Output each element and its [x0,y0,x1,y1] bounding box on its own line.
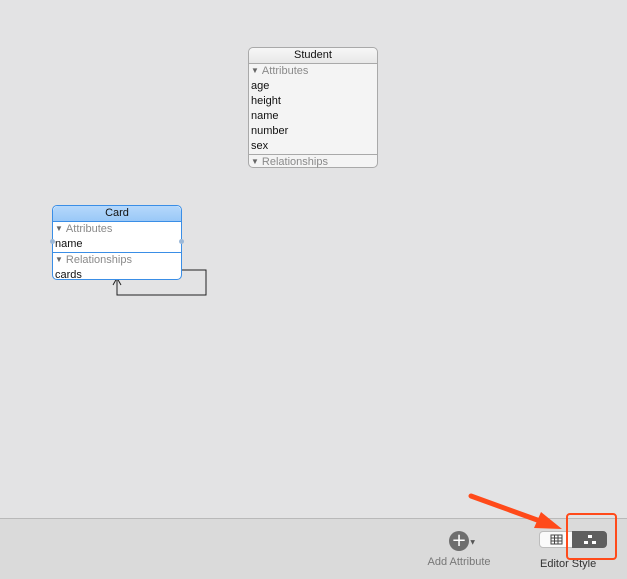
disclosure-triangle-icon[interactable]: ▼ [251,66,259,75]
add-attribute-label: Add Attribute [427,556,491,568]
attribute-row[interactable]: name [53,237,181,252]
relationship-row[interactable]: cards [53,268,181,283]
entity-card[interactable]: Card ▼ Attributes name ▼ Relationships car… [50,205,184,283]
dropdown-caret-icon: ▼ [470,539,475,546]
attribute-row[interactable]: sex [249,139,377,154]
disclosure-triangle-icon[interactable]: ▼ [55,224,63,233]
annotation-highlight-box [566,513,617,560]
attribute-row[interactable]: height [249,94,377,109]
attribute-row[interactable]: name [249,109,377,124]
bottom-toolbar: + ▼ Add Attribute Editor Style [0,518,627,579]
entity-title[interactable]: Student [249,48,377,64]
plus-circle-icon[interactable]: + ▼ [449,531,475,551]
entity-student[interactable]: Student ▼ Attributes age height name numb… [248,47,378,168]
attributes-section-header[interactable]: ▼ Attributes [249,64,377,79]
attribute-row[interactable]: number [249,124,377,139]
disclosure-triangle-icon[interactable]: ▼ [251,157,259,166]
entity-title[interactable]: Card [53,206,181,222]
attributes-section-header[interactable]: ▼ Attributes [53,222,181,237]
relationships-section-header[interactable]: ▼ Relationships [249,154,377,170]
add-attribute-button[interactable]: + ▼ Add Attribute [420,531,498,568]
disclosure-triangle-icon[interactable]: ▼ [55,255,63,264]
attribute-row[interactable]: age [249,79,377,94]
model-editor-canvas[interactable]: Student ▼ Attributes age height name numb… [0,0,627,518]
resize-handle-right[interactable] [179,239,184,244]
relationships-section-header[interactable]: ▼ Relationships [53,252,181,268]
resize-handle-left[interactable] [50,239,55,244]
